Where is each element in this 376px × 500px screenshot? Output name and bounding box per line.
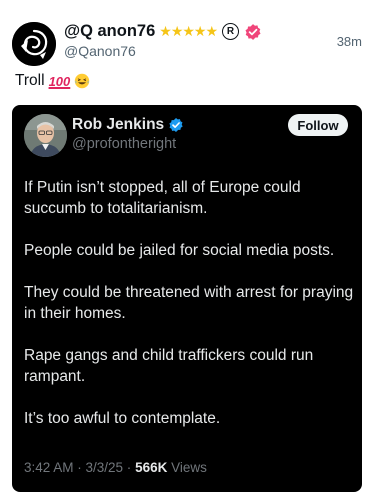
post-time[interactable]: 38m	[337, 34, 362, 49]
quoted-post-body: If Putin isn’t stopped, all of Europe co…	[24, 177, 356, 450]
quoted-paragraph: They could be threatened with arrest for…	[24, 284, 354, 322]
author-name-row[interactable]: @Q anon76 ★★★★★ R	[64, 22, 262, 41]
quoted-paragraph: If Putin isn’t stopped, all of Europe co…	[24, 179, 301, 217]
author-handle[interactable]: @Qanon76	[64, 43, 136, 59]
profile-photo-icon	[24, 114, 67, 157]
post-text: Troll 100	[15, 72, 90, 90]
spiral-logo-icon	[12, 22, 56, 66]
quoted-paragraph: People could be jailed for social media …	[24, 242, 335, 259]
laughing-emoji-icon	[75, 73, 90, 89]
quoted-timestamp[interactable]: 3:42 AM · 3/3/25 ·	[24, 460, 135, 475]
blue-verified-badge-icon	[169, 118, 183, 132]
quoted-paragraph: It’s too awful to contemplate.	[24, 410, 221, 427]
quoted-author-name-row[interactable]: Rob Jenkins	[72, 116, 184, 134]
quoted-handle[interactable]: @profontheright	[72, 136, 176, 152]
avatar[interactable]	[12, 22, 56, 66]
views-label: Views	[167, 460, 207, 475]
quoted-paragraph: Rape gangs and child traffickers could r…	[24, 347, 314, 385]
quoted-post-meta: 3:42 AM · 3/3/25 · 566K Views	[24, 460, 207, 475]
author-display-name[interactable]: @Q anon76	[64, 22, 155, 41]
follow-button[interactable]: Follow	[288, 114, 348, 136]
hundred-emoji-icon: 100	[48, 73, 71, 89]
quoted-display-name[interactable]: Rob Jenkins	[72, 116, 164, 134]
quoted-avatar[interactable]	[24, 114, 67, 157]
pink-verified-badge-icon	[245, 23, 261, 40]
post: @Q anon76 ★★★★★ R @Qanon76 38m Troll 100	[0, 0, 376, 500]
post-text-content: Troll	[15, 72, 45, 89]
registered-mark-icon: R	[222, 23, 240, 40]
star-icons: ★★★★★	[159, 23, 218, 39]
quoted-post-card[interactable]: Rob Jenkins @profontheright Follow If Pu…	[12, 105, 362, 492]
views-count[interactable]: 566K	[135, 460, 167, 475]
